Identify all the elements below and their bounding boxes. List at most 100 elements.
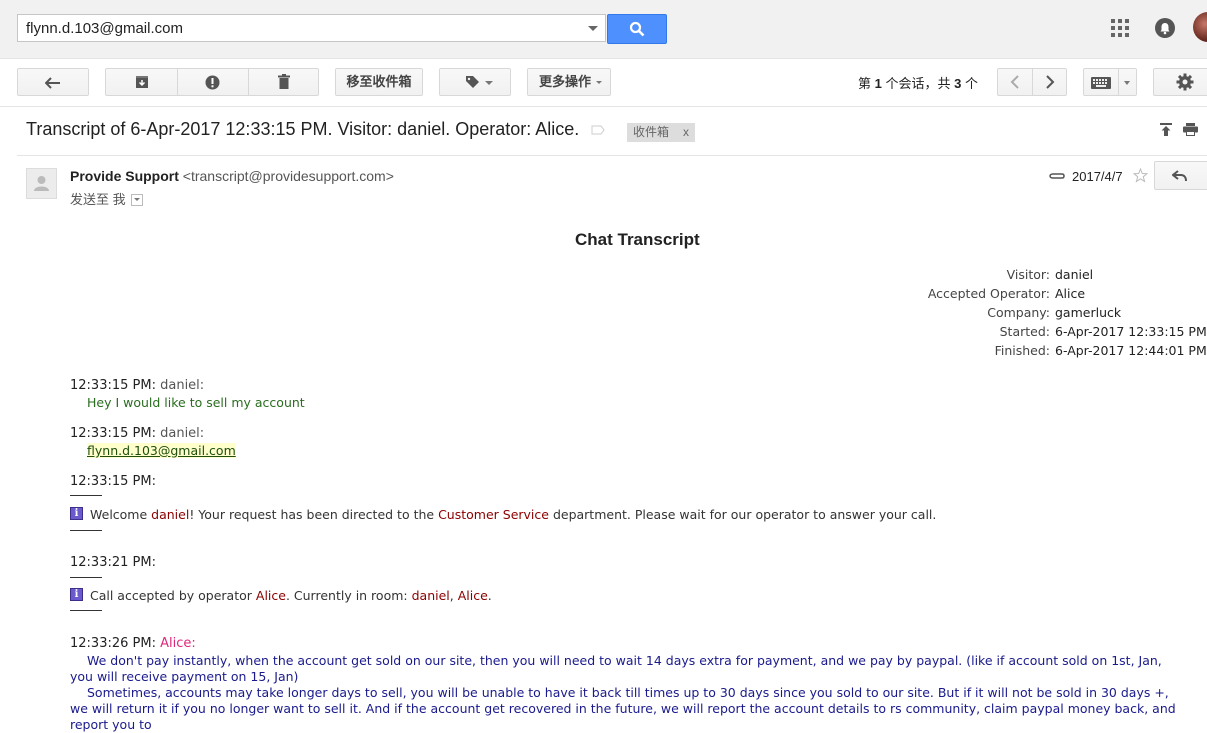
- sys-text: Call accepted by operator: [90, 588, 256, 603]
- sys-highlight: daniel: [411, 588, 450, 603]
- info-value-finished: 6-Apr-2017 12:44:01 PM: [1055, 343, 1207, 358]
- labels-button[interactable]: [439, 68, 511, 96]
- info-value-company: gamerluck: [1055, 305, 1122, 320]
- labels-chevron-down-icon: [485, 81, 493, 85]
- visitor-message: flynn.d.103@gmail.com: [87, 443, 236, 458]
- sys-text: ,: [449, 588, 458, 603]
- to-prefix: 发送至: [70, 192, 110, 207]
- info-label-visitor: Visitor:: [1006, 267, 1050, 282]
- chat-entry-header: 12:33:15 PM:: [70, 474, 156, 489]
- operator-message: Sometimes, accounts may take longer days…: [70, 685, 1176, 732]
- info-value-visitor: daniel: [1055, 267, 1094, 282]
- recipient-line: 发送至 我: [70, 189, 144, 208]
- search-icon: [629, 21, 645, 37]
- toolbar-divider: [0, 106, 1207, 107]
- back-arrow-icon: [45, 77, 60, 89]
- info-icon: i: [70, 507, 83, 520]
- input-tools-button[interactable]: [1083, 68, 1137, 96]
- search-options-chevron-down-icon[interactable]: [588, 26, 598, 31]
- sys-text: Welcome: [90, 507, 152, 522]
- move-to-inbox-label: 移至收件箱: [346, 74, 412, 89]
- settings-button[interactable]: [1153, 68, 1207, 96]
- entry-time: 12:33:21 PM:: [70, 555, 156, 570]
- info-label-started: Started:: [999, 324, 1050, 339]
- sender-name: Provide Support: [70, 168, 179, 184]
- attachment-paperclip-icon: [1049, 173, 1065, 179]
- message-date: 2017/4/7: [1072, 169, 1123, 184]
- separator-line: [70, 495, 102, 496]
- system-message: Welcome daniel! Your request has been di…: [90, 507, 936, 522]
- search-box[interactable]: [17, 14, 606, 42]
- info-icon: i: [70, 588, 83, 601]
- entry-time: 12:33:26 PM:: [70, 636, 156, 651]
- sys-highlight: Alice: [255, 588, 286, 603]
- chat-entry-header: 12:33:15 PM: daniel:: [70, 426, 204, 441]
- report-spam-icon[interactable]: [205, 75, 220, 90]
- apps-grid-icon[interactable]: [1111, 19, 1129, 37]
- sender[interactable]: Provide Support <transcript@providesuppo…: [70, 168, 394, 184]
- chat-entry-header: 12:33:26 PM: Alice:: [70, 636, 196, 651]
- newer-chevron-left-icon[interactable]: [1010, 75, 1020, 89]
- label-tag-icon: [466, 76, 479, 88]
- conversation-count: 第 1 个会话，共 3 个: [858, 73, 978, 92]
- info-label-operator: Accepted Operator:: [927, 286, 1050, 301]
- label-name: 收件箱: [633, 125, 670, 139]
- gear-icon: [1176, 73, 1194, 91]
- chat-transcript-title: Chat Transcript: [575, 230, 700, 249]
- delete-trash-icon[interactable]: [278, 74, 290, 89]
- archive-icon[interactable]: [135, 75, 149, 89]
- open-new-window-icon[interactable]: [1160, 123, 1172, 136]
- count-current: 1: [874, 76, 882, 91]
- search-button[interactable]: [607, 14, 667, 44]
- reply-button[interactable]: [1154, 161, 1207, 190]
- more-actions-button[interactable]: 更多操作: [527, 68, 611, 96]
- star-icon[interactable]: [1133, 168, 1148, 183]
- sys-text: .: [487, 588, 492, 603]
- search-input[interactable]: [26, 18, 576, 38]
- chat-entry-header: 12:33:21 PM:: [70, 555, 156, 570]
- important-marker-icon[interactable]: [591, 125, 605, 135]
- info-label-finished: Finished:: [994, 343, 1050, 358]
- remove-label-button[interactable]: x: [683, 125, 689, 139]
- count-middle: 个会话，共: [881, 76, 955, 91]
- entry-author: daniel:: [160, 426, 205, 441]
- entry-time: 12:33:15 PM:: [70, 426, 156, 441]
- email-subject: Transcript of 6-Apr-2017 12:33:15 PM. Vi…: [26, 119, 580, 139]
- info-value-operator: Alice: [1055, 286, 1086, 301]
- reply-arrow-icon: [1172, 170, 1187, 182]
- more-actions-chevron-down-icon: [596, 81, 602, 84]
- print-icon[interactable]: [1183, 123, 1198, 136]
- older-chevron-right-icon[interactable]: [1045, 75, 1055, 89]
- count-prefix: 第: [858, 76, 875, 91]
- subject-divider: [17, 155, 1207, 156]
- email-link[interactable]: flynn.d.103@gmail.com: [87, 443, 236, 458]
- transcript-info-table: Visitor: daniel Accepted Operator: Alice…: [0, 265, 1207, 365]
- sys-text: department. Please wait for our operator…: [548, 507, 937, 522]
- info-value-started: 6-Apr-2017 12:33:15 PM: [1055, 324, 1207, 339]
- pager-buttons: [997, 68, 1067, 96]
- sys-text: . Currently in room:: [285, 588, 412, 603]
- entry-author: daniel:: [160, 378, 205, 393]
- operator-message: We don't pay instantly, when the account…: [70, 653, 1162, 684]
- system-message: Call accepted by operator Alice. Current…: [90, 588, 492, 603]
- separator-line: [70, 577, 102, 578]
- show-details-chevron-down-icon[interactable]: [131, 194, 144, 206]
- move-to-inbox-button[interactable]: 移至收件箱: [335, 68, 423, 96]
- entry-author: Alice:: [160, 636, 196, 651]
- notifications-bell-icon[interactable]: [1155, 18, 1175, 38]
- count-suffix: 个: [961, 76, 978, 91]
- to-me: 我: [112, 192, 126, 207]
- sys-text: ! Your request has been directed to the: [189, 507, 439, 522]
- action-button-group: [105, 68, 319, 96]
- sender-avatar: [26, 168, 57, 199]
- separator-line: [70, 610, 102, 611]
- visitor-message: Hey I would like to sell my account: [87, 395, 305, 410]
- sys-highlight: Alice: [457, 588, 488, 603]
- keyboard-icon: [1091, 77, 1111, 89]
- back-button[interactable]: [17, 68, 89, 96]
- input-tools-chevron-down-icon: [1124, 81, 1130, 85]
- sys-highlight: Customer Service: [438, 507, 549, 522]
- entry-time: 12:33:15 PM:: [70, 378, 156, 393]
- info-label-company: Company:: [987, 305, 1050, 320]
- person-icon: [34, 176, 49, 191]
